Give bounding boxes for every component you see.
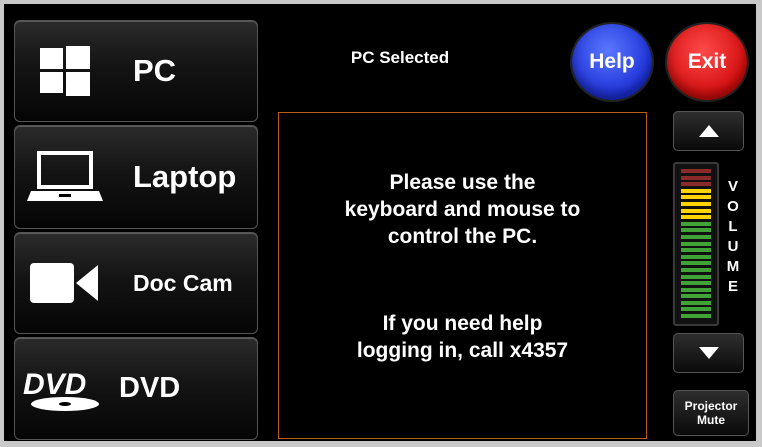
volume-letter: M — [726, 258, 740, 275]
volume-bar — [681, 261, 711, 266]
volume-bar — [681, 281, 711, 286]
volume-bar — [681, 274, 711, 279]
source-pc-label: PC — [133, 53, 177, 88]
source-dvd-label: DVD — [119, 372, 181, 404]
volume-bar — [681, 188, 711, 193]
dvd-logo-icon: DVD — [15, 338, 115, 439]
volume-bar — [681, 287, 711, 292]
volume-letter: V — [727, 178, 738, 195]
volume-bar — [681, 208, 711, 213]
source-laptop-label: Laptop — [133, 159, 237, 194]
volume-bar — [681, 195, 711, 200]
instruction-line: control the PC. — [387, 225, 538, 248]
selection-status: PC Selected — [350, 48, 450, 67]
volume-letter: U — [727, 238, 739, 255]
instruction-line: Please use the — [389, 171, 536, 194]
help-line: logging in, call x4357 — [356, 339, 569, 362]
volume-bar — [681, 314, 711, 319]
camera-icon — [15, 233, 115, 333]
volume-letter: L — [728, 218, 738, 235]
source-doccam-button[interactable]: Doc Cam — [14, 232, 258, 334]
volume-meter[interactable] — [673, 162, 719, 326]
volume-bar — [681, 267, 711, 272]
volume-bar — [681, 300, 711, 305]
volume-bar — [681, 221, 711, 226]
source-dvd-button[interactable]: DVD DVD — [14, 337, 258, 440]
volume-bar — [681, 241, 711, 246]
svg-text:DVD: DVD — [23, 368, 86, 401]
projector-mute-label: Projector — [684, 399, 738, 413]
help-button[interactable]: Help — [572, 24, 652, 100]
volume-bar — [681, 307, 711, 312]
volume-bar — [681, 228, 711, 233]
volume-letter: E — [727, 278, 738, 295]
windows-icon — [15, 21, 115, 121]
volume-up-button[interactable] — [673, 111, 744, 151]
volume-bar — [681, 254, 711, 259]
volume-bar — [681, 234, 711, 239]
volume-letter: O — [727, 198, 739, 215]
instruction-panel: Please use the keyboard and mouse to con… — [278, 112, 647, 439]
volume-bar — [681, 248, 711, 253]
source-laptop-button[interactable]: Laptop — [14, 125, 258, 229]
volume-bar — [681, 201, 711, 206]
up-arrow-icon — [698, 125, 719, 137]
exit-button[interactable]: Exit — [667, 24, 747, 100]
volume-down-button[interactable] — [673, 333, 744, 373]
volume-bar — [681, 182, 711, 187]
instruction-line: keyboard and mouse to — [344, 198, 581, 221]
volume-bar — [681, 175, 711, 180]
volume-bar — [681, 294, 711, 299]
down-arrow-icon — [698, 347, 719, 359]
projector-mute-label: Mute — [697, 413, 725, 427]
source-pc-button[interactable]: PC — [14, 20, 258, 122]
volume-bar — [681, 169, 711, 173]
volume-bar — [681, 215, 711, 220]
laptop-icon — [15, 126, 115, 228]
source-doccam-label: Doc Cam — [133, 269, 233, 296]
help-line: If you need help — [382, 312, 543, 335]
projector-mute-button[interactable]: Projector Mute — [673, 390, 749, 436]
